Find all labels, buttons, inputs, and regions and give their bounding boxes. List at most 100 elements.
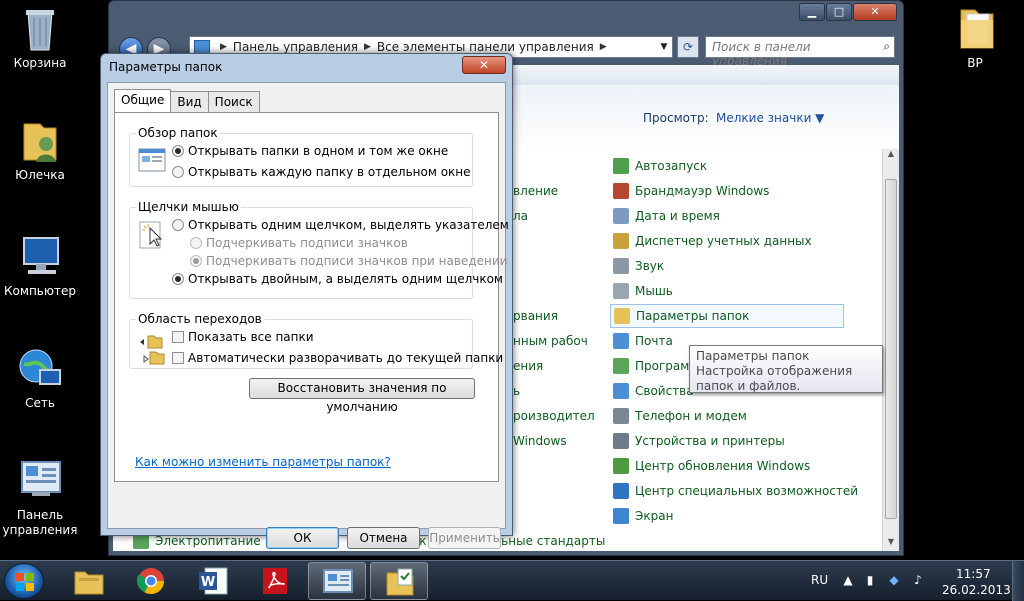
volume-tray-icon[interactable]: ♪ — [910, 573, 926, 589]
language-indicator[interactable]: RU — [811, 573, 828, 587]
radio-button[interactable] — [172, 145, 184, 157]
vertical-scrollbar[interactable]: ▲ ▼ — [882, 149, 899, 551]
cp-item-ease-of-access[interactable]: Центр специальных возможностей — [613, 481, 858, 501]
folder-options-icon — [386, 568, 414, 596]
cp-item-mail[interactable]: Почта — [613, 331, 673, 351]
tab-search[interactable]: Поиск — [207, 91, 260, 112]
cp-item-phone-modem[interactable]: Телефон и модем — [613, 406, 747, 426]
taskbar-folder-options[interactable] — [370, 562, 428, 600]
general-tab-panel: Обзор папок Открывать папки в одном и то… — [114, 112, 509, 482]
cp-item-left-6[interactable]: ь — [513, 381, 520, 401]
windows-update-icon — [613, 458, 629, 474]
display-icon — [613, 508, 629, 524]
scroll-up-icon[interactable]: ▲ — [883, 149, 899, 163]
cp-item-date-time[interactable]: Дата и время — [613, 206, 720, 226]
search-icon: ⌕ — [883, 39, 890, 53]
group-title: Область переходов — [136, 312, 264, 326]
cp-item-display[interactable]: Экран — [613, 506, 673, 526]
restore-defaults-button[interactable]: Восстановить значения по умолчанию — [249, 378, 475, 414]
help-link[interactable]: Как можно изменить параметры папок? — [135, 455, 391, 469]
cp-item-left-3[interactable]: рвания — [513, 306, 558, 326]
folder-options-icon — [614, 308, 630, 324]
radio-double-click[interactable]: Открывать двойным, а выделять одним щелч… — [172, 272, 503, 286]
radio-single-click[interactable]: Открывать одним щелчком, выделять указат… — [172, 218, 509, 232]
cp-item-left-5[interactable]: ения — [513, 356, 543, 376]
mouse-icon — [613, 283, 629, 299]
search-input[interactable]: Поиск в панели управления ⌕ — [705, 36, 895, 68]
cp-item-properties[interactable]: Свойства — [613, 381, 694, 401]
radio-button[interactable] — [190, 237, 202, 249]
cp-item-left-1[interactable]: вление — [513, 181, 558, 201]
speaker-icon — [613, 258, 629, 274]
desktop-icon-control-panel[interactable]: Панель управления — [2, 458, 78, 538]
mail-icon — [613, 333, 629, 349]
desktop-icon-folder-bp[interactable]: BP — [937, 6, 1013, 71]
scroll-down-icon[interactable]: ▼ — [883, 537, 899, 551]
desktop-icon-user-folder[interactable]: Юлечка — [2, 118, 78, 183]
svg-text:W: W — [201, 575, 215, 590]
radio-button[interactable] — [172, 273, 184, 285]
cp-item-mouse[interactable]: Мышь — [613, 281, 673, 301]
radio-underline-always[interactable]: Подчеркивать подписи значков — [190, 236, 408, 250]
cancel-button[interactable]: Отмена — [347, 527, 420, 549]
cp-item-left-2[interactable]: ла — [513, 206, 528, 226]
taskbar-word[interactable]: W — [184, 562, 242, 600]
cp-item-sound[interactable]: Звук — [613, 256, 664, 276]
cp-item-folder-options[interactable]: Параметры папок — [610, 304, 844, 328]
cp-item-firewall[interactable]: Брандмауэр Windows — [613, 181, 769, 201]
folder-options-dialog: Параметры папок ✕ Общие Вид Поиск Обзор … — [100, 53, 513, 549]
desktop-icon-computer[interactable]: Компьютер — [2, 234, 78, 299]
show-desktop-button[interactable] — [1012, 561, 1024, 601]
dropbox-tray-icon[interactable]: ◆ — [886, 573, 902, 589]
clock-time[interactable]: 11:57 — [956, 567, 991, 581]
cp-item-programs[interactable]: Программ — [613, 356, 698, 376]
desktop-icon-network[interactable]: Сеть — [2, 346, 78, 411]
clock-date[interactable]: 26.02.2013 — [942, 583, 1011, 597]
apply-button[interactable]: Применить — [428, 527, 501, 549]
radio-button[interactable] — [172, 219, 184, 231]
start-button[interactable] — [4, 563, 44, 599]
browse-folders-group: Обзор папок Открывать папки в одном и то… — [129, 126, 473, 187]
cp-item-devices-printers[interactable]: Устройства и принтеры — [613, 431, 785, 451]
desktop-icon-recycle-bin[interactable]: Корзина — [2, 6, 78, 71]
checkbox[interactable] — [172, 331, 184, 343]
taskbar-pdf-reader[interactable] — [246, 562, 304, 600]
tooltip-title: Параметры папок — [696, 349, 810, 363]
radio-button[interactable] — [190, 255, 202, 267]
minimize-button[interactable]: ▁ — [799, 3, 825, 21]
breadcrumb-control-panel[interactable]: Панель управления — [233, 40, 358, 54]
taskbar-explorer[interactable] — [60, 562, 118, 600]
checkbox-auto-expand[interactable]: Автоматически разворачивать до текущей п… — [172, 351, 503, 365]
address-dropdown-icon[interactable]: ▼ — [656, 42, 672, 52]
close-button[interactable]: ✕ — [853, 3, 897, 21]
window-controls: ▁ □ ✕ — [798, 3, 897, 21]
checkbox-show-all-folders[interactable]: Показать все папки — [172, 330, 314, 344]
cp-item-credential-manager[interactable]: Диспетчер учетных данных — [613, 231, 812, 251]
cp-item-left-8[interactable]: Windows — [513, 431, 567, 451]
checkbox[interactable] — [172, 352, 184, 364]
breadcrumb-all-items[interactable]: Все элементы панели управления — [377, 40, 594, 54]
radio-same-window[interactable]: Открывать папки в одном и том же окне — [172, 144, 448, 158]
network-tray-icon[interactable]: ▮ — [862, 573, 878, 589]
navigation-pane-group: Область переходов Показать все папки Авт… — [129, 312, 503, 369]
dialog-close-button[interactable]: ✕ — [462, 56, 506, 74]
cp-item-left-7[interactable]: роизводител — [513, 406, 595, 426]
radio-underline-hover[interactable]: Подчеркивать подписи значков при наведен… — [190, 254, 507, 268]
radio-button[interactable] — [172, 166, 184, 178]
taskbar-chrome[interactable] — [122, 562, 180, 600]
view-mode-dropdown[interactable]: Мелкие значки ▼ — [716, 111, 824, 125]
maximize-button[interactable]: □ — [826, 3, 852, 21]
scrollbar-thumb[interactable] — [885, 179, 897, 519]
tray-expand-icon[interactable]: ▲ — [840, 573, 856, 589]
taskbar-control-panel[interactable] — [308, 562, 366, 600]
cp-item-left-4[interactable]: нным рабоч — [513, 331, 588, 351]
tab-view[interactable]: Вид — [170, 91, 209, 112]
cp-item-windows-update[interactable]: Центр обновления Windows — [613, 456, 810, 476]
computer-icon — [16, 234, 64, 280]
properties-icon — [613, 383, 629, 399]
radio-separate-window[interactable]: Открывать каждую папку в отдельном окне — [172, 165, 471, 179]
cp-item-autoplay[interactable]: Автозапуск — [613, 156, 707, 176]
tab-general[interactable]: Общие — [114, 89, 172, 112]
ok-button[interactable]: ОК — [266, 527, 339, 549]
refresh-button[interactable]: ⟳ — [677, 36, 699, 58]
